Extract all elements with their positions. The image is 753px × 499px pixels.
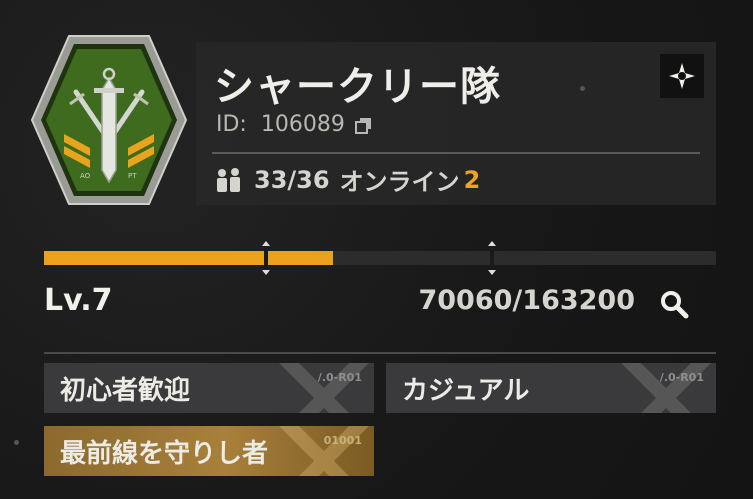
- progress-marker: [488, 241, 496, 275]
- divider: [212, 152, 700, 154]
- members-icon: [217, 167, 240, 192]
- tag-code: /.0-R01: [317, 371, 362, 384]
- tag-code: 01001: [323, 434, 362, 447]
- xp-value: 70060/163200: [418, 285, 635, 316]
- squad-emblem[interactable]: AO PT: [24, 30, 194, 210]
- tag-code: /.0-R01: [659, 371, 704, 384]
- id-label: ID:: [216, 112, 247, 137]
- emblem-text-left: AO: [80, 172, 91, 180]
- search-icon: [661, 291, 689, 319]
- divider: [44, 352, 716, 354]
- settings-compass-icon: [669, 63, 695, 89]
- copy-icon[interactable]: [354, 116, 373, 134]
- tag-label: 最前線を守りし者: [60, 438, 269, 469]
- online-label: オンライン: [339, 168, 460, 196]
- progress-marker: [262, 241, 270, 275]
- xp-progress-fill: [44, 251, 333, 265]
- squad-id-row: ID: 106089: [216, 112, 373, 137]
- tag-label: 初心者歓迎: [60, 375, 191, 406]
- settings-button[interactable]: [660, 54, 704, 98]
- member-count: 33/36: [254, 165, 330, 194]
- id-value: 106089: [260, 112, 345, 137]
- xp-progress-bar: [44, 241, 716, 275]
- tag-beginner-welcome[interactable]: 初心者歓迎 /.0-R01: [44, 363, 374, 413]
- emblem-text-right: PT: [128, 172, 137, 180]
- search-button[interactable]: [658, 288, 692, 322]
- online-count: 2: [463, 165, 481, 194]
- squad-level: Lv.7: [44, 283, 113, 318]
- tag-label: カジュアル: [402, 375, 530, 406]
- squad-name: シャークリー隊: [214, 64, 501, 110]
- decorative-dot: [580, 86, 585, 91]
- tag-casual[interactable]: カジュアル /.0-R01: [386, 363, 716, 413]
- squad-info-panel: シャークリー隊 ID: 106089 33/36 オンライン 2: [196, 42, 716, 205]
- decorative-dot: [14, 440, 19, 445]
- tag-frontline-defender[interactable]: 最前線を守りし者 01001: [44, 426, 374, 476]
- member-row: 33/36 オンライン 2: [214, 162, 480, 197]
